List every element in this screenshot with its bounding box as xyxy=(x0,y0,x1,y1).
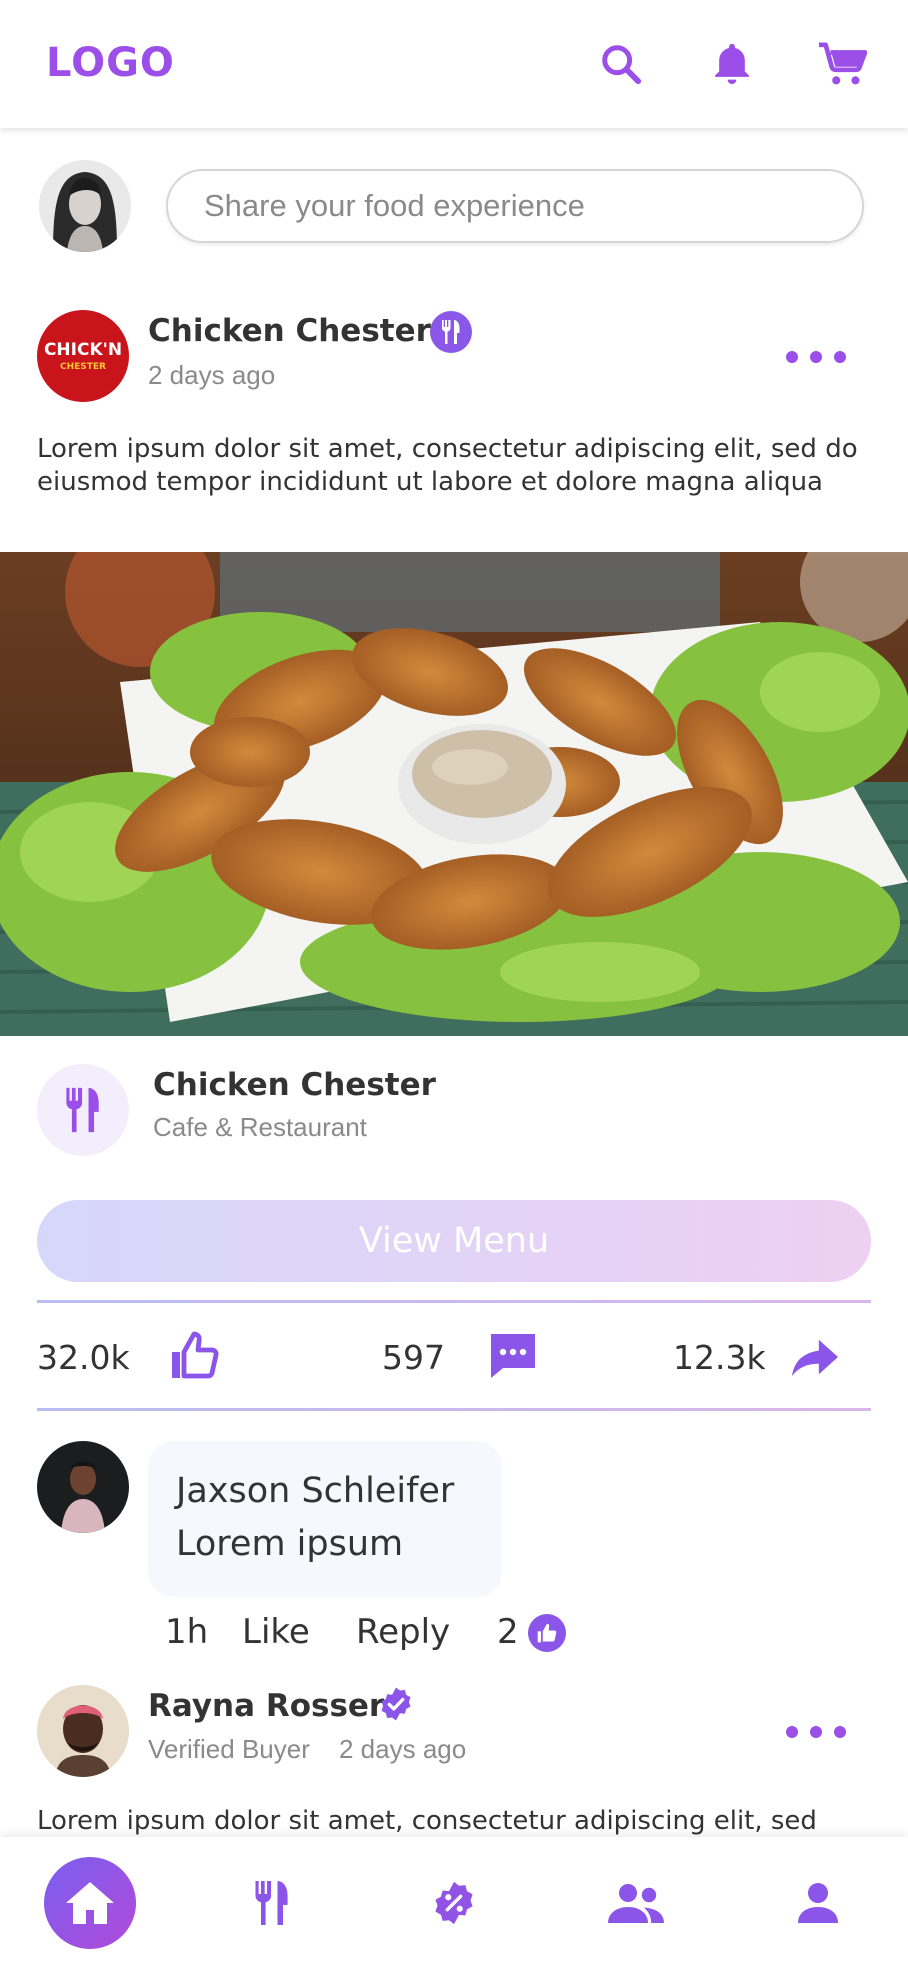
bottom-navigation xyxy=(0,1837,908,1967)
comment-time: 1h xyxy=(165,1612,209,1652)
bell-icon[interactable] xyxy=(704,36,760,92)
post-author-name[interactable]: Chicken Chester xyxy=(148,313,431,349)
profile-icon[interactable] xyxy=(772,1857,864,1949)
restaurant-category-icon xyxy=(37,1064,129,1156)
shares-count: 12.3k xyxy=(673,1338,766,1377)
share-experience-input[interactable] xyxy=(166,169,864,243)
post2-body-text: Lorem ipsum dolor sit amet, consectetur … xyxy=(37,1806,817,1836)
restaurant-avatar[interactable]: CHICK'N CHESTER xyxy=(37,310,129,402)
post2-author-name[interactable]: Rayna Rosser xyxy=(148,1688,384,1724)
discount-icon[interactable] xyxy=(408,1857,500,1949)
stats-divider-bottom xyxy=(37,1408,871,1411)
comment-icon[interactable] xyxy=(487,1330,539,1382)
post-more-options-icon[interactable] xyxy=(786,342,846,372)
app-header: LOGO xyxy=(0,0,908,128)
post-food-image[interactable] xyxy=(0,552,908,1036)
home-icon[interactable] xyxy=(44,1857,136,1949)
comment-reply-button[interactable]: Reply xyxy=(356,1612,450,1652)
comments-count: 597 xyxy=(382,1338,445,1377)
post2-buyer-badge: Verified Buyer xyxy=(148,1734,310,1764)
comment-like-count: 2 xyxy=(497,1612,519,1652)
post2-author-avatar[interactable] xyxy=(37,1685,129,1777)
post2-time: 2 days ago xyxy=(339,1734,467,1764)
post-time: 2 days ago xyxy=(148,360,276,390)
comment-bubble: Jaxson Schleifer Lorem ipsum xyxy=(148,1441,502,1597)
app-logo[interactable]: LOGO xyxy=(46,40,175,86)
cart-icon[interactable] xyxy=(814,36,870,92)
comment-like-badge-icon xyxy=(528,1614,566,1652)
stats-divider-top xyxy=(37,1300,871,1303)
comment-text: Lorem ipsum xyxy=(176,1524,404,1564)
comment-author[interactable]: Jaxson Schleifer xyxy=(176,1465,474,1518)
likes-count: 32.0k xyxy=(37,1338,130,1377)
commenter-avatar[interactable] xyxy=(37,1441,129,1533)
avatar-logo-text: CHICK'N xyxy=(43,340,123,360)
place-name[interactable]: Chicken Chester xyxy=(153,1067,436,1103)
share-icon[interactable] xyxy=(790,1334,840,1380)
verified-badge-icon xyxy=(378,1686,414,1722)
restaurant-icon[interactable] xyxy=(226,1857,318,1949)
restaurant-badge-icon xyxy=(430,311,472,353)
comment-like-button[interactable]: Like xyxy=(242,1612,310,1652)
post-body-text: Lorem ipsum dolor sit amet, consectetur … xyxy=(37,434,858,497)
avatar-logo-subtext: CHESTER xyxy=(60,362,106,372)
search-icon[interactable] xyxy=(593,36,649,92)
user-avatar[interactable] xyxy=(39,160,131,252)
post2-more-options-icon[interactable] xyxy=(786,1717,846,1747)
view-menu-button[interactable]: View Menu xyxy=(37,1200,871,1282)
like-icon[interactable] xyxy=(168,1330,220,1382)
community-icon[interactable] xyxy=(590,1857,682,1949)
place-category: Cafe & Restaurant xyxy=(153,1112,367,1142)
